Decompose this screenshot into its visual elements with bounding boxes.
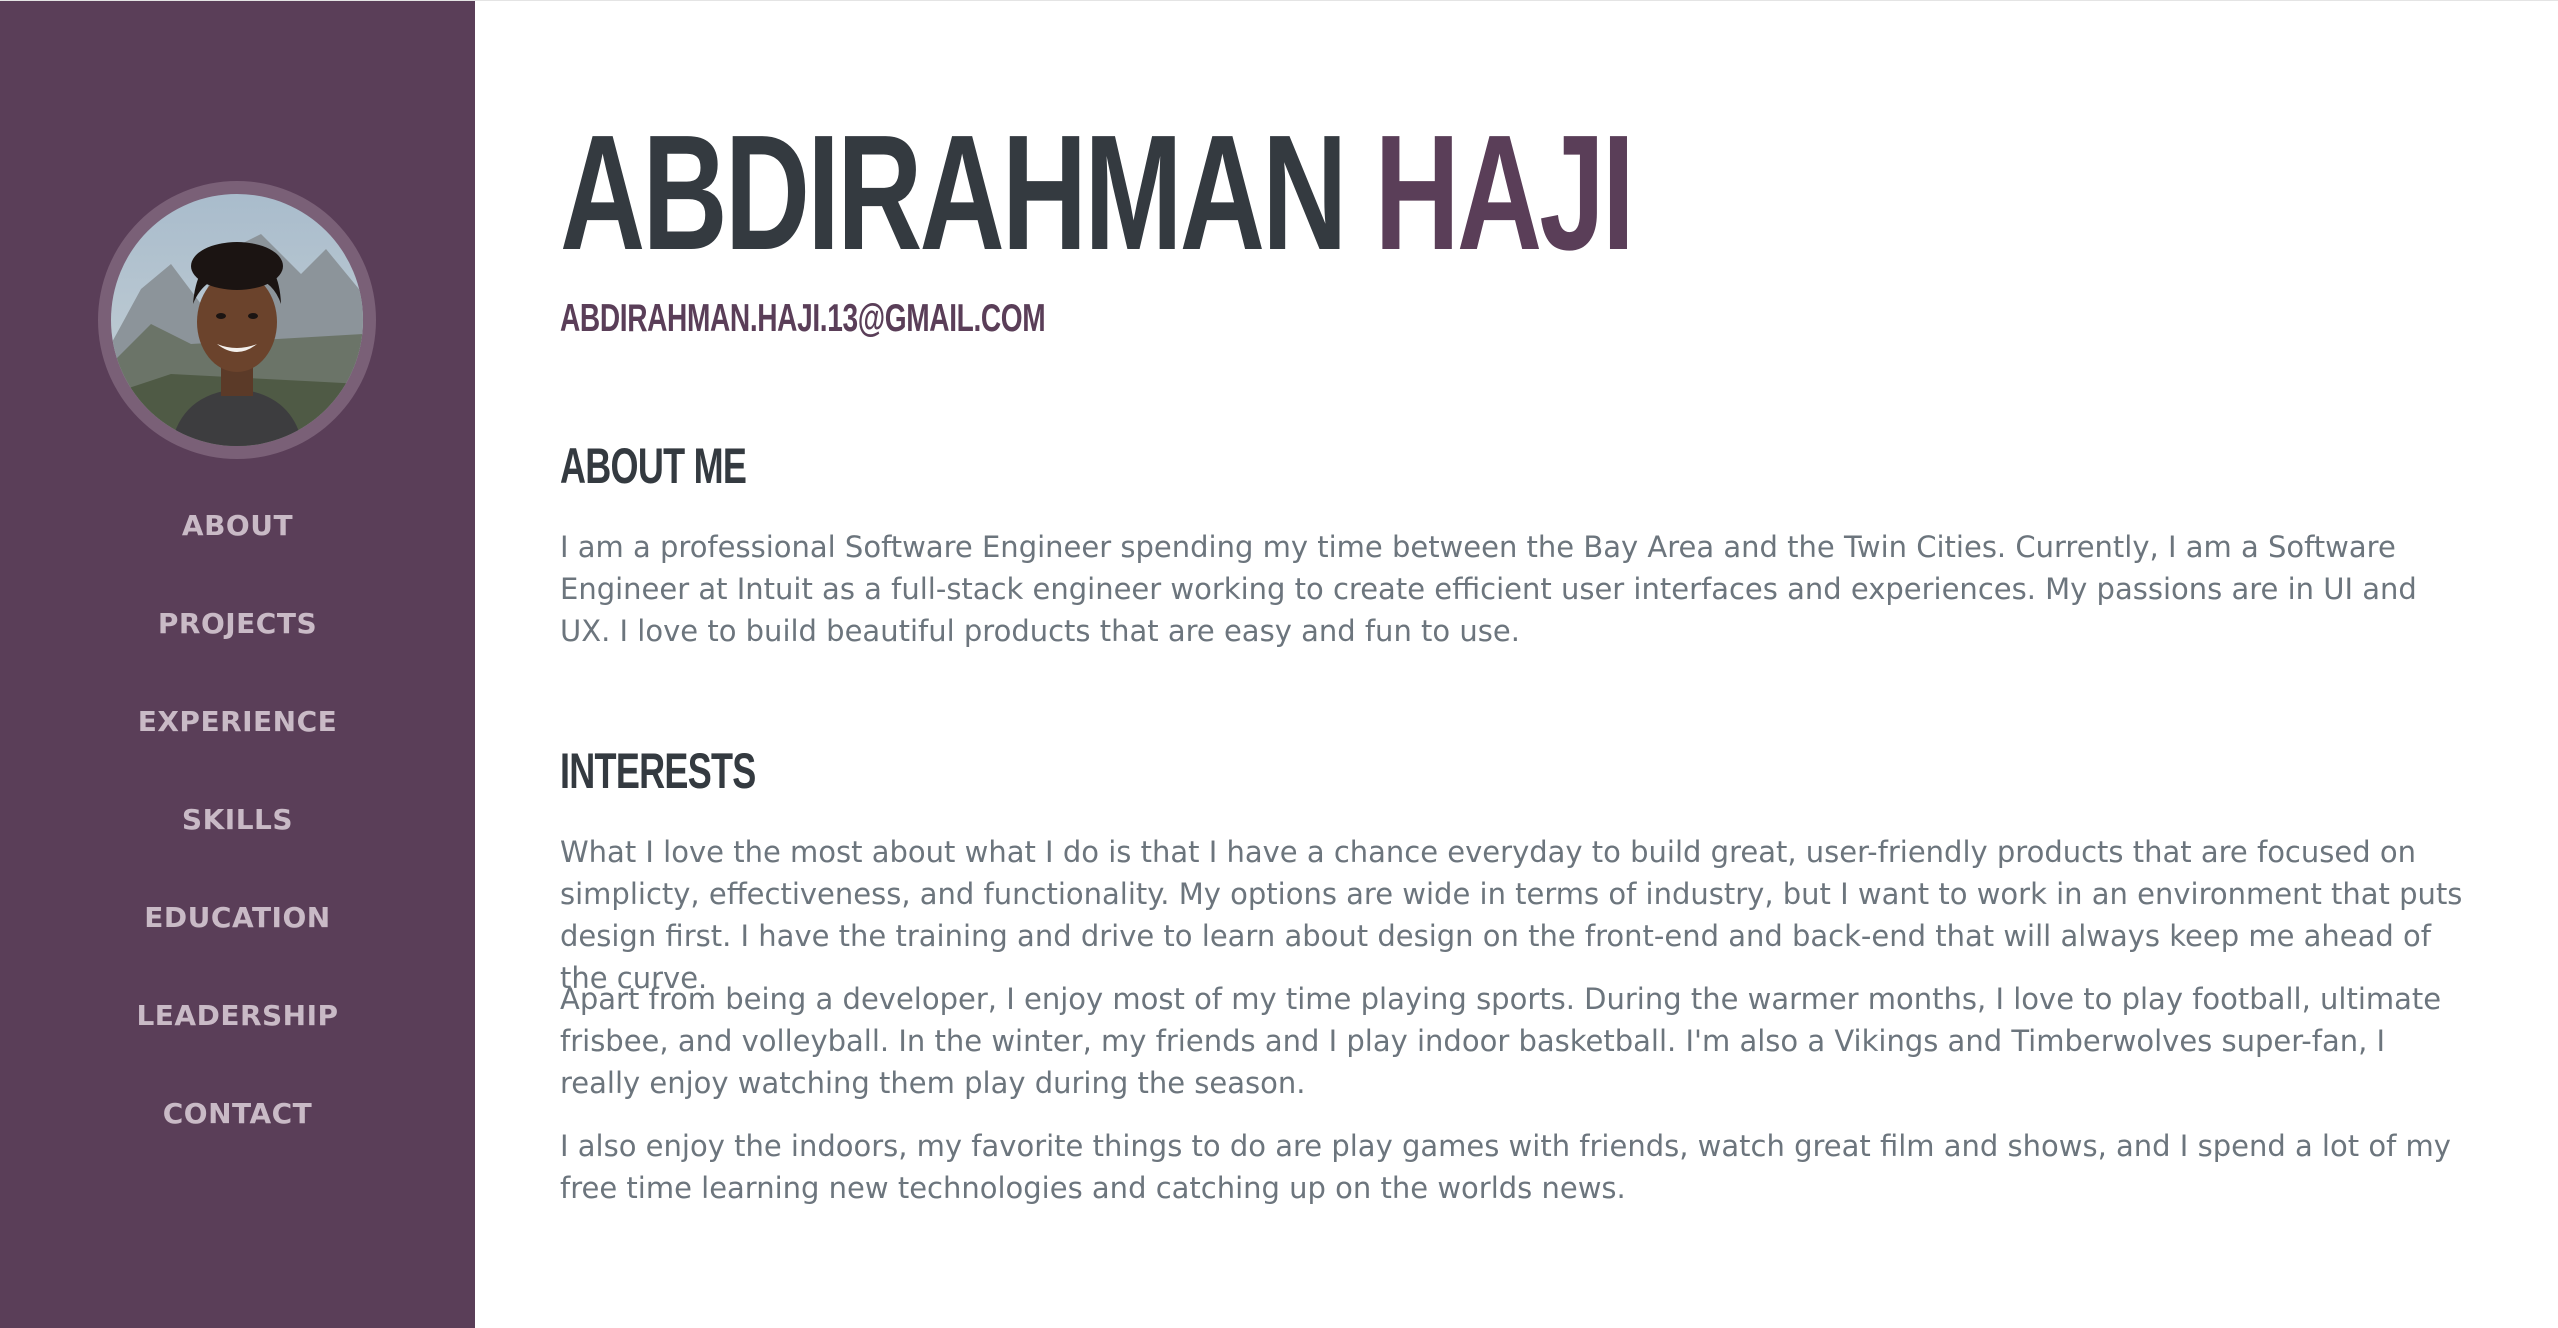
interests-heading: INTERESTS (560, 743, 756, 799)
about-text: I am a professional Software Engineer sp… (560, 530, 2417, 648)
nav-item-projects[interactable]: PROJECTS (0, 607, 475, 705)
nav-item-about[interactable]: ABOUT (0, 509, 475, 607)
first-name: ABDIRAHMAN (560, 101, 1347, 284)
sidebar-nav: ABOUT PROJECTS EXPERIENCE SKILLS EDUCATI… (0, 509, 475, 1195)
interests-paragraph: Apart from being a developer, I enjoy mo… (560, 982, 2442, 1100)
nav-item-experience[interactable]: EXPERIENCE (0, 705, 475, 803)
nav-item-label: EXPERIENCE (137, 705, 338, 738)
about-heading: ABOUT ME (560, 438, 747, 494)
sidebar: ABOUT PROJECTS EXPERIENCE SKILLS EDUCATI… (0, 1, 475, 1328)
email-link[interactable]: ABDIRAHMAN.HAJI.13@GMAIL.COM (560, 297, 1046, 341)
interests-paragraph: What I love the most about what I do is … (560, 835, 2463, 995)
interests-paragraph: I also enjoy the indoors, my favorite th… (560, 1129, 2451, 1205)
nav-item-label: CONTACT (162, 1097, 313, 1130)
nav-item-skills[interactable]: SKILLS (0, 803, 475, 901)
page-title: ABDIRAHMAN HAJI (560, 111, 1635, 275)
nav-item-contact[interactable]: CONTACT (0, 1097, 475, 1195)
page: ABOUT PROJECTS EXPERIENCE SKILLS EDUCATI… (0, 0, 2558, 1328)
nav-item-education[interactable]: EDUCATION (0, 901, 475, 999)
nav-item-label: LEADERSHIP (136, 999, 339, 1032)
nav-item-label: PROJECTS (157, 607, 318, 640)
nav-item-label: EDUCATION (144, 901, 331, 934)
last-name: HAJI (1374, 101, 1635, 284)
avatar (98, 181, 376, 459)
profile-photo-icon (111, 194, 363, 446)
nav-item-leadership[interactable]: LEADERSHIP (0, 999, 475, 1097)
nav-item-label: SKILLS (181, 803, 294, 836)
nav-item-label: ABOUT (181, 509, 294, 542)
